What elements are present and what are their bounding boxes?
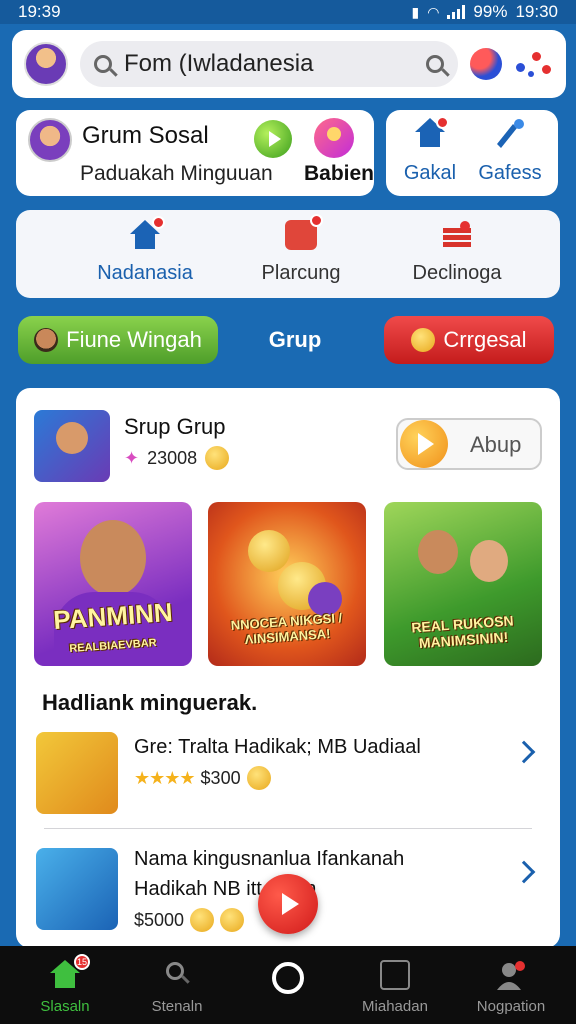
- profile-subtitle: Paduakah Minguuan: [80, 162, 273, 185]
- chevron-right-icon[interactable]: [512, 740, 536, 764]
- group-thumbnail[interactable]: [34, 410, 110, 482]
- play-icon[interactable]: [254, 120, 292, 158]
- list-thumbnail: [36, 732, 118, 814]
- rating-stars: ★★★★: [134, 767, 196, 788]
- clock-right: 19:30: [515, 2, 558, 21]
- nav-item-declinoga[interactable]: Declinoga: [392, 220, 522, 285]
- shortcut-label: Gakal: [403, 162, 457, 184]
- coin-icon: [248, 530, 290, 572]
- nav-label: Declinoga: [412, 262, 502, 284]
- list-item-price: $5000: [134, 909, 185, 930]
- person-icon: [496, 960, 526, 990]
- avatar[interactable]: [24, 42, 68, 86]
- bottom-nav-label: Slasaln: [40, 998, 90, 1015]
- signal-icon: [447, 5, 466, 19]
- category-nav: Nadanasia Plarcung Declinoga: [16, 210, 560, 298]
- document-icon: [380, 960, 410, 990]
- nav-item-nadanasia[interactable]: Nadanasia: [80, 216, 210, 285]
- coin-icon: [411, 328, 436, 352]
- play-fab-button[interactable]: [258, 874, 318, 934]
- group-card: Srup Grup ✦ 23008 Abup PANMINN REALBIAEV…: [16, 388, 560, 948]
- bottom-nav-stenaln[interactable]: Stenaln: [122, 960, 232, 1015]
- list-thumbnail: [36, 848, 118, 930]
- bottom-nav-label: Nogpation: [476, 998, 546, 1015]
- game-tile[interactable]: NNOCEA NIKGSI / ΛINSIMANSA!: [208, 502, 366, 666]
- bottom-nav-nogpation[interactable]: Nogpation: [456, 960, 566, 1015]
- search-icon: [162, 960, 192, 990]
- tile-caption: REAL RUKOSN MANIMSININ!: [410, 612, 515, 652]
- group-play-button[interactable]: Abup: [396, 418, 542, 470]
- section-title: Hadliank minguerak.: [42, 690, 258, 715]
- battery-level: 99%: [473, 2, 508, 21]
- bottom-nav-label: Stenaln: [151, 998, 203, 1015]
- search-input[interactable]: Fom (Iwladanesia: [80, 41, 458, 87]
- list-item-price: $300: [200, 767, 241, 788]
- share-icon: [285, 214, 323, 250]
- bottom-nav-label: Miahadan: [362, 998, 428, 1015]
- shortcut-gakal[interactable]: Gakal: [390, 116, 470, 185]
- filter-pill-grup[interactable]: Grup: [240, 316, 350, 364]
- orb-icon[interactable]: [470, 48, 502, 80]
- list-item-title: Gre: Tralta Hadikak; MB Uadiaal: [134, 736, 421, 758]
- list-item-title: Nama kingusnanlua Ifankanah: [134, 848, 405, 870]
- list-item[interactable]: Gre: Tralta Hadikak; MB Uadiaal ★★★★ $30…: [34, 732, 542, 816]
- wifi-icon: ◠: [427, 3, 440, 20]
- bottom-nav-slasaln[interactable]: 15 Slasaln: [10, 954, 120, 1015]
- home-button[interactable]: [272, 962, 304, 994]
- play-icon: [400, 420, 448, 468]
- tile-caption: NNOCEA NIKGSI / ΛINSIMANSA!: [230, 610, 343, 647]
- divider: [44, 828, 532, 829]
- megaphone-icon: [493, 118, 527, 150]
- connect-icon[interactable]: [514, 49, 554, 79]
- character-image: [418, 530, 458, 574]
- filter-pill-crrgesal[interactable]: Crrgesal: [384, 316, 554, 364]
- game-tile[interactable]: REAL RUKOSN MANIMSININ!: [384, 502, 542, 666]
- shortcut-label: Gafess: [478, 162, 542, 184]
- search-icon: [94, 55, 112, 73]
- nav-item-plarcung[interactable]: Plarcung: [236, 214, 366, 285]
- notification-icon: ▮: [411, 3, 420, 20]
- shortcut-gafess[interactable]: Gafess: [470, 118, 550, 185]
- profile-name: Grum Sosal: [82, 122, 209, 149]
- confetti-icon: ✦: [124, 447, 140, 468]
- group-title: Srup Grup: [124, 414, 226, 439]
- search-header: Fom (Iwladanesia: [12, 30, 566, 98]
- game-tile[interactable]: PANMINN REALBIAEVBAR: [34, 502, 192, 666]
- notification-badge: 15: [74, 954, 90, 970]
- character-image: [80, 520, 146, 596]
- clock-left: 19:39: [18, 2, 61, 21]
- filter-pill-fiune[interactable]: Fiune Wingah: [18, 316, 218, 364]
- search-icon[interactable]: [426, 55, 444, 73]
- stack-icon: [441, 220, 473, 250]
- location-pin-icon[interactable]: [314, 118, 354, 158]
- group-count: ✦ 23008: [124, 446, 230, 470]
- coin-icon: [246, 766, 271, 790]
- coin-icon: [190, 908, 215, 932]
- status-bar: 19:39 ▮ ◠ 99% 19:30: [0, 0, 576, 24]
- nav-label: Nadanasia: [97, 262, 193, 284]
- nav-label: Plarcung: [261, 262, 341, 284]
- shortcuts-card: Gakal Gafess: [386, 110, 558, 196]
- avatar: [34, 328, 59, 352]
- bottom-nav-miahadan[interactable]: Miahadan: [340, 960, 450, 1015]
- coin-icon: [220, 908, 245, 932]
- avatar[interactable]: [28, 118, 72, 162]
- profile-action-button[interactable]: Babien: [304, 162, 374, 186]
- coin-icon: [205, 446, 230, 470]
- profile-card: Grum Sosal Paduakah Minguuan Babien: [16, 110, 374, 196]
- search-value: Fom (Iwladanesia: [124, 50, 314, 77]
- home-icon: 15: [50, 954, 90, 990]
- character-image: [470, 540, 508, 582]
- chevron-right-icon[interactable]: [512, 860, 536, 884]
